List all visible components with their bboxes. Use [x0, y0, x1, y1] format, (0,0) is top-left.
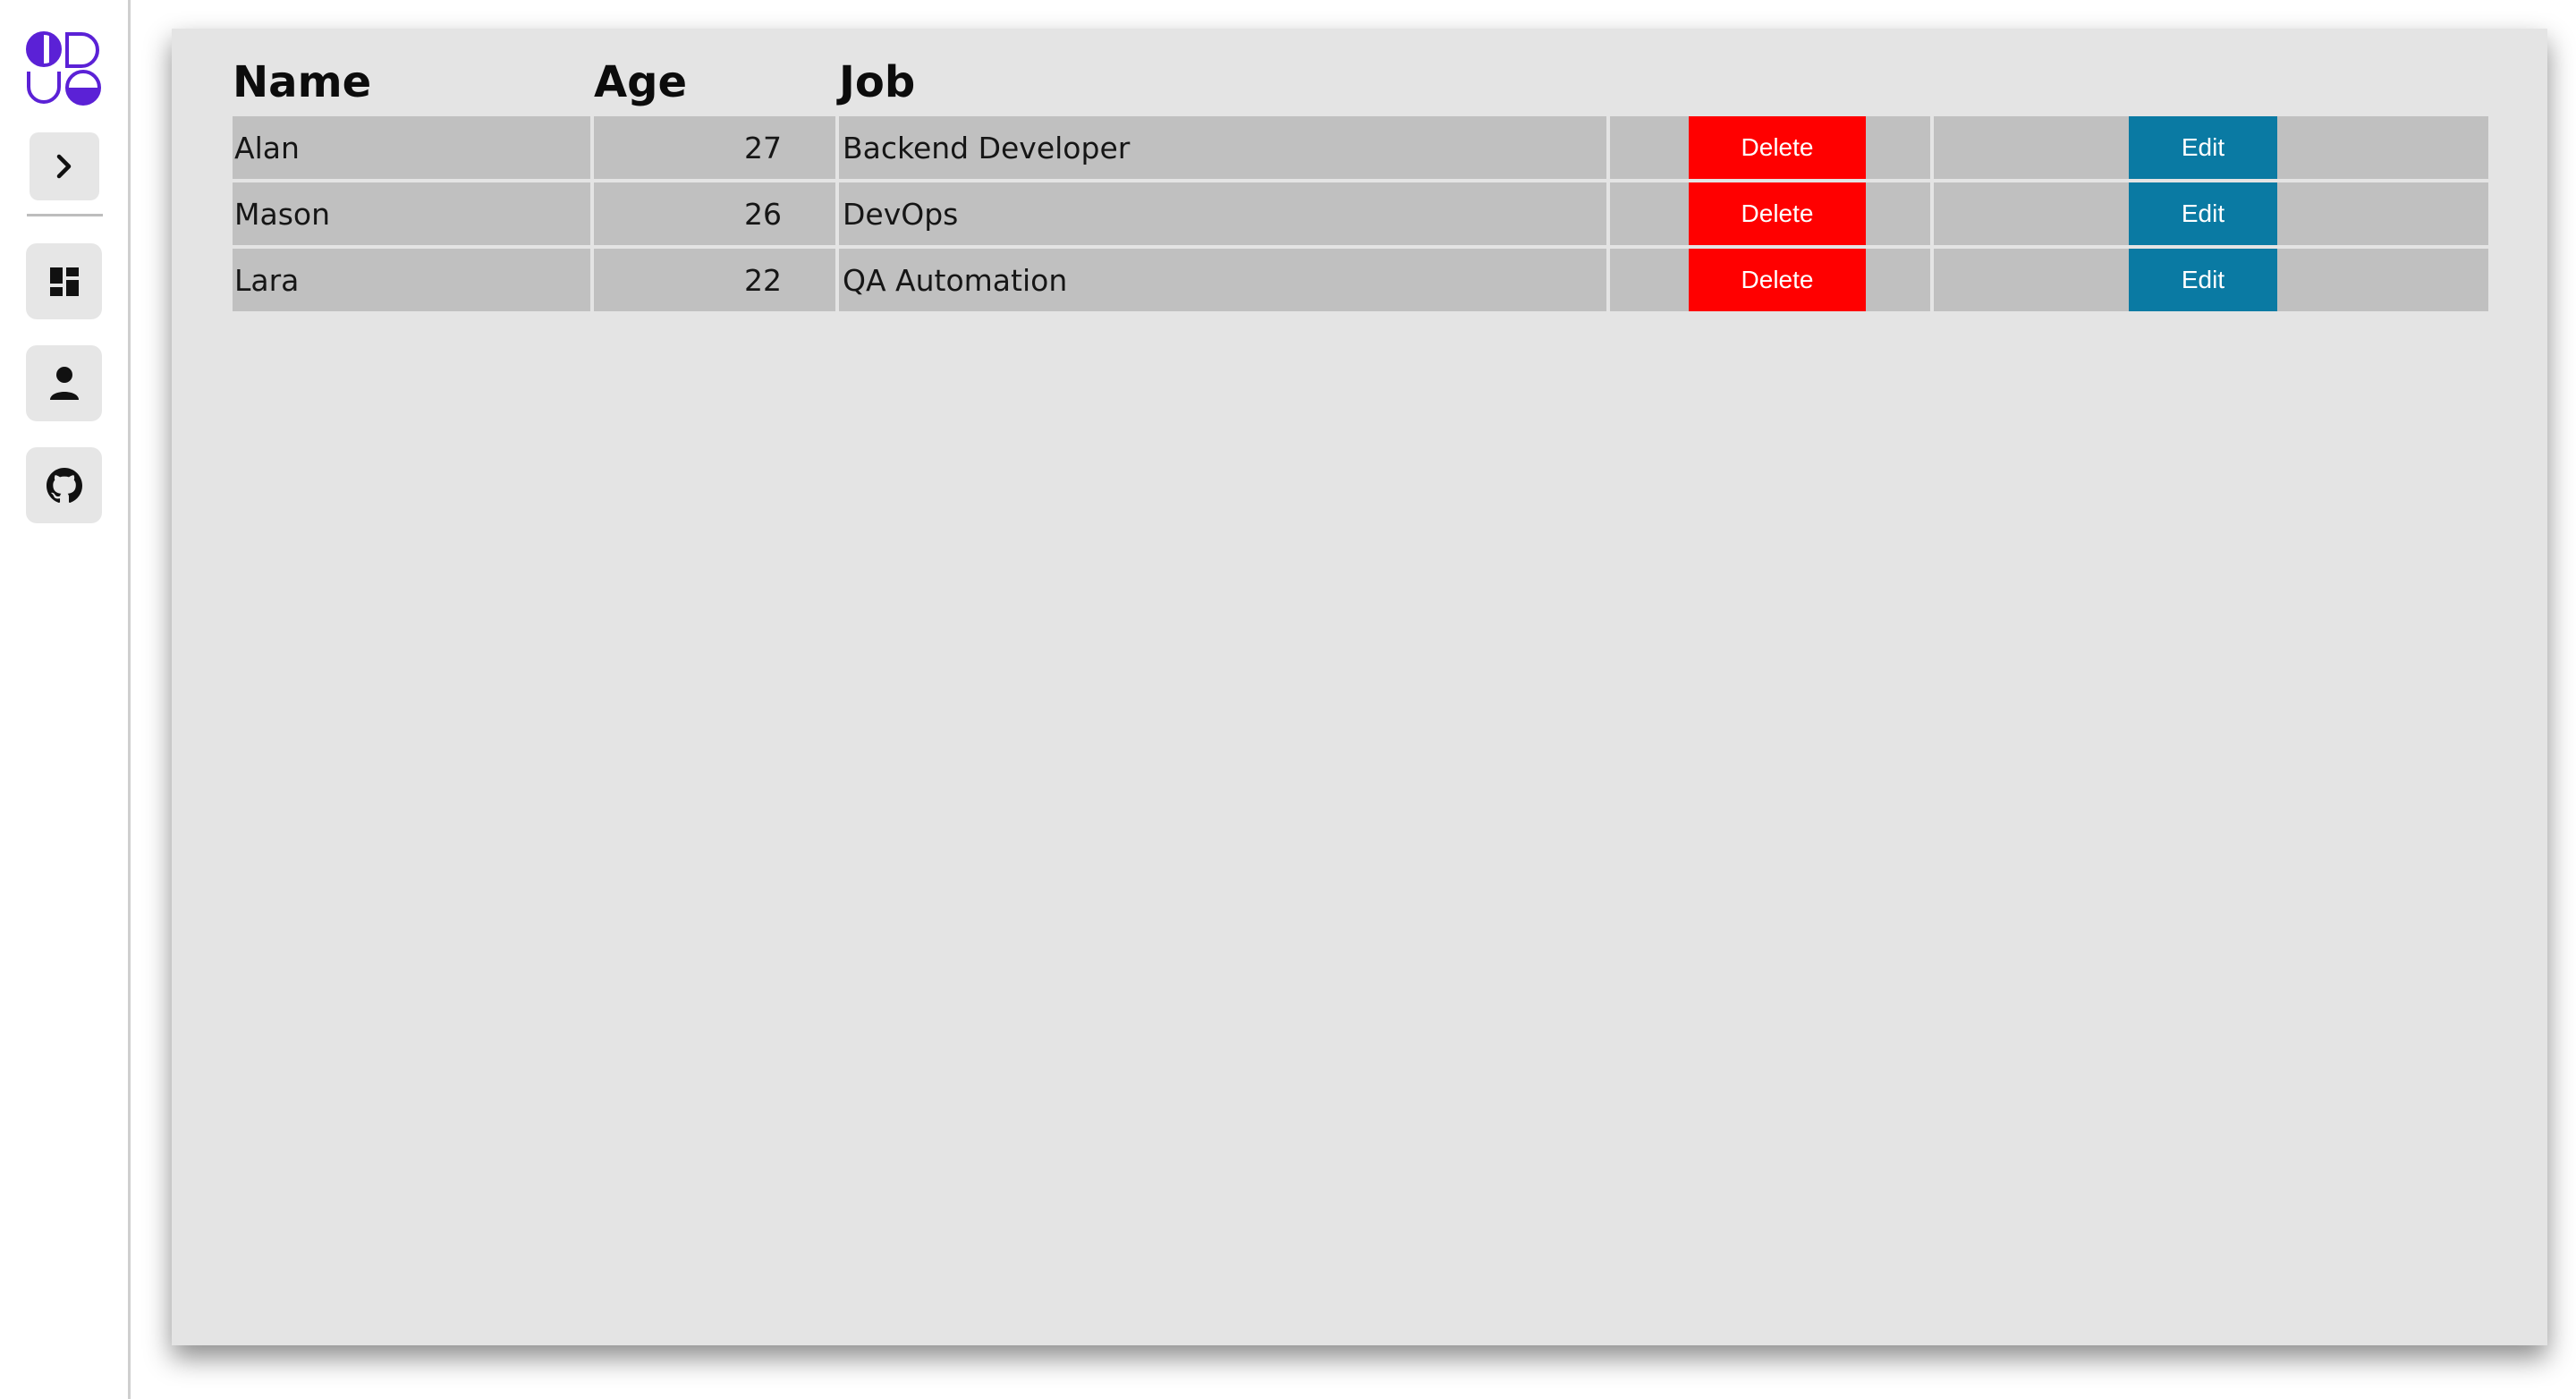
delete-button[interactable]: Delete — [1689, 116, 1866, 179]
column-header-job: Job — [839, 57, 916, 107]
cell-age: 27 — [594, 116, 835, 179]
column-header-name: Name — [233, 57, 372, 107]
sidebar-item-user[interactable] — [26, 345, 102, 421]
brand-logo-icon[interactable] — [25, 30, 102, 107]
delete-button[interactable]: Delete — [1689, 182, 1866, 245]
chevron-right-icon — [56, 154, 72, 179]
table-row: Lara 22 QA Automation Delete Edit — [233, 249, 2488, 311]
cell-job: Backend Developer — [839, 116, 1606, 179]
github-icon — [46, 467, 82, 503]
dashboard-icon — [49, 267, 79, 296]
sidebar — [0, 0, 131, 1399]
sidebar-item-github[interactable] — [26, 447, 102, 523]
table-row: Mason 26 DevOps Delete Edit — [233, 182, 2488, 245]
column-header-age: Age — [594, 57, 688, 107]
cell-name: Mason — [233, 182, 590, 245]
table-row: Alan 27 Backend Developer Delete Edit — [233, 116, 2488, 179]
users-table-panel: Name Age Job Alan 27 Backend Developer D… — [172, 29, 2547, 1345]
sidebar-toggle-button[interactable] — [30, 132, 99, 200]
cell-name: Lara — [233, 249, 590, 311]
sidebar-item-dashboard[interactable] — [26, 243, 102, 319]
sidebar-divider — [27, 214, 103, 216]
edit-button[interactable]: Edit — [2129, 182, 2277, 245]
delete-button[interactable]: Delete — [1689, 249, 1866, 311]
cell-job: QA Automation — [839, 249, 1606, 311]
edit-button[interactable]: Edit — [2129, 116, 2277, 179]
cell-age: 26 — [594, 182, 835, 245]
edit-button[interactable]: Edit — [2129, 249, 2277, 311]
cell-name: Alan — [233, 116, 590, 179]
cell-age: 22 — [594, 249, 835, 311]
cell-job: DevOps — [839, 182, 1606, 245]
user-icon — [49, 366, 79, 400]
